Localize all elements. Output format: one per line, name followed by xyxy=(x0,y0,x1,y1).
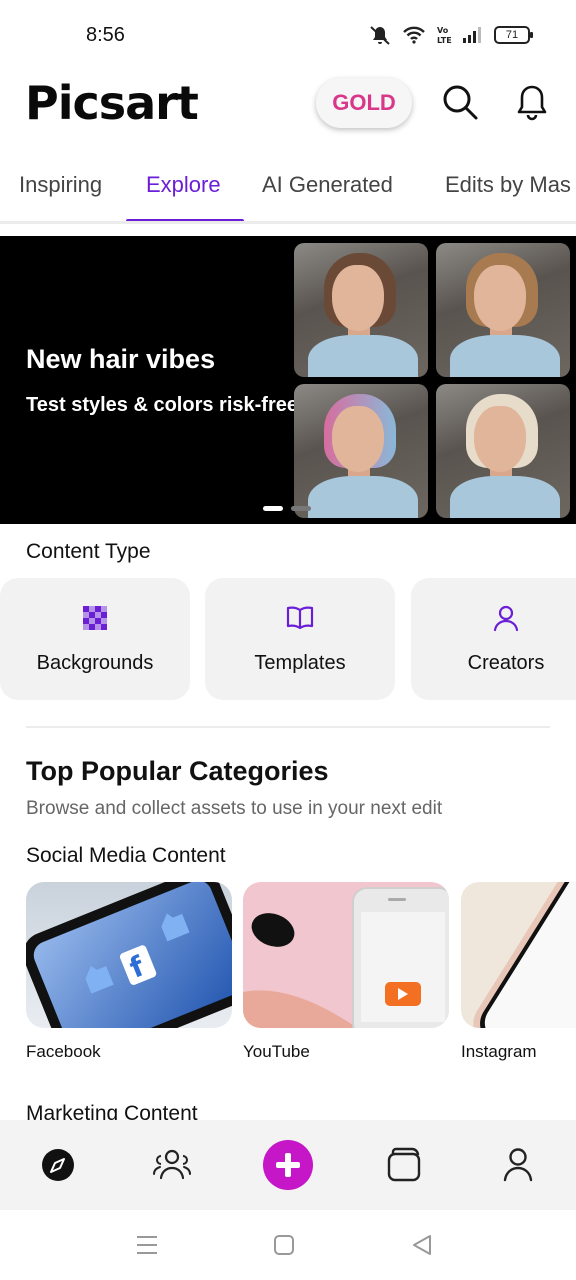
popular-categories-title: Top Popular Categories xyxy=(26,756,329,786)
status-icons: Vo LTE 71 xyxy=(368,24,533,46)
person-icon xyxy=(493,605,519,632)
status-bar: 8:56 Vo LTE 71 xyxy=(0,0,576,72)
mute-icon xyxy=(370,26,390,45)
battery-icon: 71 xyxy=(494,26,533,44)
system-navigation-bar xyxy=(0,1210,576,1280)
banner-subtitle: Test styles & colors risk-free. xyxy=(26,394,304,416)
profile-icon xyxy=(503,1148,533,1182)
templates-card[interactable]: Templates xyxy=(205,578,395,700)
creators-label: Creators xyxy=(467,652,545,674)
signal-icon xyxy=(463,27,481,43)
home-icon[interactable] xyxy=(274,1235,294,1255)
facebook-label: Facebook xyxy=(26,1042,101,1061)
checkerboard-icon xyxy=(83,606,107,630)
nav-community[interactable] xyxy=(149,1142,195,1188)
book-icon xyxy=(286,606,314,630)
hair-photo-3 xyxy=(294,384,428,518)
status-time: 8:56 xyxy=(86,24,125,46)
promo-banner[interactable]: New hair vibes Test styles & colors risk… xyxy=(0,236,576,524)
svg-text:Vo: Vo xyxy=(437,26,449,35)
app-header: Picsart GOLD xyxy=(0,72,576,138)
instagram-thumbnail[interactable] xyxy=(461,882,576,1028)
youtube-label: YouTube xyxy=(243,1042,310,1061)
templates-label: Templates xyxy=(254,652,346,674)
pagination-dot-1[interactable] xyxy=(263,506,283,511)
recent-apps-icon[interactable] xyxy=(136,1234,158,1256)
search-icon xyxy=(443,85,478,120)
youtube-thumbnail[interactable] xyxy=(243,882,449,1028)
banner-title: New hair vibes xyxy=(26,344,216,374)
feed-tabs: Inspiring Explore AI Generated Edits by … xyxy=(0,160,576,224)
hair-photo-4 xyxy=(436,384,570,518)
bottom-navigation xyxy=(0,1120,576,1210)
notifications-button[interactable] xyxy=(512,82,552,122)
projects-icon xyxy=(387,1147,421,1182)
social-media-title: Social Media Content xyxy=(26,844,226,867)
facebook-phone-image: f xyxy=(26,882,232,1028)
wifi-icon xyxy=(403,26,425,44)
tab-inspiring[interactable]: Inspiring xyxy=(19,172,102,198)
tab-explore[interactable]: Explore xyxy=(146,172,221,198)
svg-text:LTE: LTE xyxy=(437,36,452,45)
tab-ai-generated[interactable]: AI Generated xyxy=(262,172,393,198)
youtube-phone-image xyxy=(243,887,449,1028)
community-icon xyxy=(153,1149,191,1180)
backgrounds-card[interactable]: Backgrounds xyxy=(0,578,190,700)
popular-categories-subtitle: Browse and collect assets to use in your… xyxy=(26,798,443,819)
pagination-dot-2[interactable] xyxy=(291,506,311,511)
create-icon xyxy=(263,1140,313,1190)
active-tab-indicator xyxy=(126,219,244,221)
backgrounds-label: Backgrounds xyxy=(36,652,154,674)
gold-button[interactable]: GOLD xyxy=(316,78,412,128)
nav-explore[interactable] xyxy=(35,1142,81,1188)
explore-icon xyxy=(42,1149,74,1181)
banner-pagination xyxy=(263,506,311,511)
picsart-logo: Picsart xyxy=(25,76,199,130)
hair-photo-2 xyxy=(436,243,570,377)
nav-projects[interactable] xyxy=(380,1142,426,1188)
instagram-phone-image xyxy=(473,882,576,1028)
tab-edits-by-masters[interactable]: Edits by Mas xyxy=(445,172,571,198)
creators-card[interactable]: Creators xyxy=(411,578,576,700)
hair-photo-1 xyxy=(294,243,428,377)
bell-icon xyxy=(517,85,547,121)
search-button[interactable] xyxy=(440,82,480,122)
section-divider xyxy=(26,726,550,728)
nav-profile[interactable] xyxy=(495,1142,541,1188)
content-type-title: Content Type xyxy=(26,540,151,563)
nav-create[interactable] xyxy=(263,1140,313,1190)
back-icon[interactable] xyxy=(411,1234,433,1256)
volte-icon: VoLTE xyxy=(437,26,452,45)
instagram-label: Instagram xyxy=(461,1042,537,1061)
facebook-thumbnail[interactable]: f xyxy=(26,882,232,1028)
